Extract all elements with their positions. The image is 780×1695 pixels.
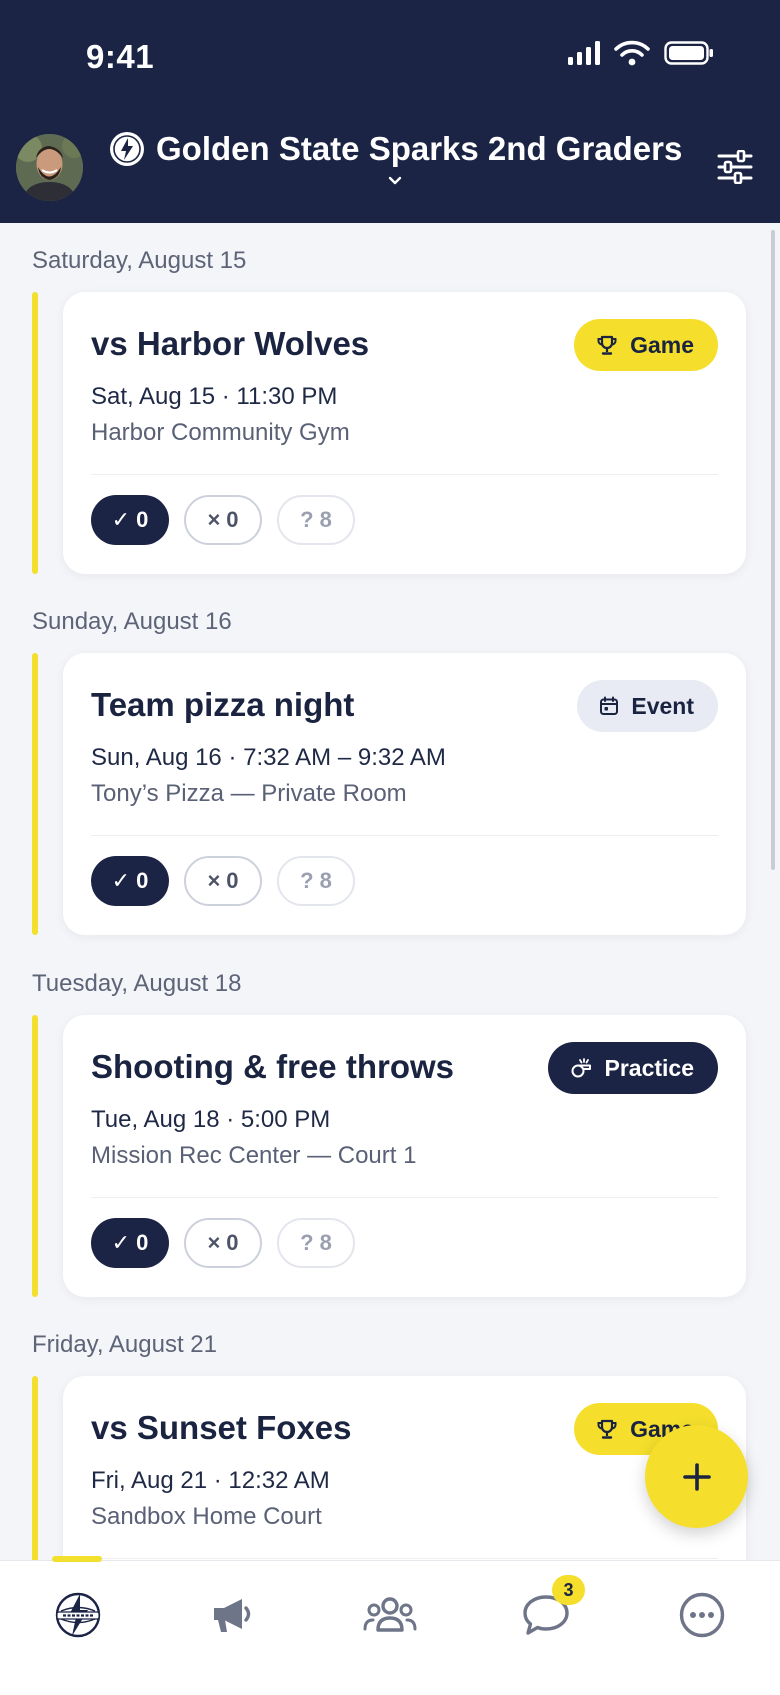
rsvp-yes-count: 0 <box>136 1230 149 1255</box>
trophy-icon <box>597 335 617 355</box>
add-event-button[interactable] <box>645 1425 748 1528</box>
rsvp-group: ✓ 0 × 0 ? 8 <box>91 1218 355 1268</box>
event-type-label: Practice <box>604 1054 694 1081</box>
plus-icon <box>682 1462 711 1491</box>
rsvp-no-button[interactable]: × 0 <box>184 495 262 545</box>
event-location: Tony’s Pizza — Private Room <box>91 780 407 807</box>
rsvp-maybe-count: 8 <box>319 507 332 532</box>
avatar-photo <box>16 134 83 201</box>
question-icon: ? <box>300 1230 314 1255</box>
status-time: 9:41 <box>86 38 155 75</box>
lightning-logo-icon <box>55 1592 101 1638</box>
nav-more[interactable] <box>672 1585 732 1645</box>
event-datetime: Sat, Aug 15 · 11:30 PM <box>91 383 338 410</box>
event-location: Harbor Community Gym <box>91 419 350 446</box>
scrollbar[interactable] <box>771 230 775 870</box>
rsvp-yes-button[interactable]: ✓ 0 <box>91 495 169 545</box>
nav-announcements[interactable] <box>203 1585 263 1645</box>
event-type-badge: Game <box>574 319 718 371</box>
event-card[interactable]: vs Sunset Foxes Game Fri, Aug 21 · 12:32… <box>63 1376 746 1560</box>
user-avatar[interactable] <box>16 134 83 201</box>
day-label: Sunday, August 16 <box>32 608 232 635</box>
rsvp-no-count: 0 <box>226 1230 239 1255</box>
event-card[interactable]: vs Harbor Wolves Game Sat, Aug 15 · 11:3… <box>63 292 746 574</box>
nav-team[interactable] <box>360 1585 420 1645</box>
app-header: 9:41 Golden State Sparks 2nd Graders <box>0 0 780 223</box>
event-datetime: Tue, Aug 18 · 5:00 PM <box>91 1106 331 1133</box>
rsvp-maybe-count: 8 <box>319 1230 332 1255</box>
more-dots-icon <box>679 1592 725 1638</box>
rsvp-maybe-button[interactable]: ? 8 <box>277 856 355 906</box>
rsvp-yes-button[interactable]: ✓ 0 <box>91 856 169 906</box>
rsvp-maybe-count: 8 <box>319 868 332 893</box>
card-divider <box>91 835 718 836</box>
card-divider <box>91 1558 718 1559</box>
status-icons <box>568 40 714 66</box>
rsvp-maybe-button[interactable]: ? 8 <box>277 1218 355 1268</box>
event-card[interactable]: Team pizza night Event Sun, Aug 16 · 7:3… <box>63 653 746 935</box>
calendar-icon <box>600 696 619 715</box>
day-accent-bar <box>32 1376 38 1560</box>
rsvp-group: ✓ 0 × 0 ? 8 <box>91 856 355 906</box>
day-label: Friday, August 21 <box>32 1331 217 1358</box>
event-location: Mission Rec Center — Court 1 <box>91 1142 417 1169</box>
team-name: Golden State Sparks 2nd Graders <box>156 130 683 167</box>
day-accent-bar <box>32 1015 38 1297</box>
bottom-nav: 3 <box>0 1556 780 1695</box>
x-icon: × <box>207 507 221 532</box>
rsvp-maybe-button[interactable]: ? 8 <box>277 495 355 545</box>
check-icon: ✓ <box>111 1230 131 1255</box>
megaphone-icon <box>214 1599 251 1632</box>
x-icon: × <box>207 868 221 893</box>
event-card[interactable]: Shooting & free throws Practice Tue, Aug… <box>63 1015 746 1297</box>
check-icon: ✓ <box>111 507 131 532</box>
day-label: Tuesday, August 18 <box>32 970 242 997</box>
event-type-badge: Event <box>577 680 718 732</box>
rsvp-no-button[interactable]: × 0 <box>184 1218 262 1268</box>
rsvp-no-button[interactable]: × 0 <box>184 856 262 906</box>
event-title: Team pizza night <box>91 686 355 723</box>
battery-icon <box>664 41 713 65</box>
chat-unread-badge: 3 <box>552 1575 585 1605</box>
event-type-badge: Practice <box>548 1042 718 1094</box>
rsvp-yes-button[interactable]: ✓ 0 <box>91 1218 169 1268</box>
x-icon: × <box>207 1230 221 1255</box>
check-icon: ✓ <box>111 868 131 893</box>
day-accent-bar <box>32 292 38 574</box>
trophy-icon <box>597 1419 617 1439</box>
event-datetime: Fri, Aug 21 · 12:32 AM <box>91 1467 330 1494</box>
signal-icon <box>568 41 600 65</box>
wifi-icon <box>614 40 650 66</box>
chevron-down-icon[interactable] <box>387 176 403 186</box>
card-divider <box>91 474 718 475</box>
whistle-icon <box>571 1058 592 1078</box>
day-accent-bar <box>32 653 38 935</box>
rsvp-no-count: 0 <box>226 507 239 532</box>
event-location: Sandbox Home Court <box>91 1503 322 1530</box>
lightning-logo-icon <box>110 132 144 166</box>
day-label: Saturday, August 15 <box>32 247 247 274</box>
event-title: Shooting & free throws <box>91 1048 454 1085</box>
event-title: vs Harbor Wolves <box>91 325 370 362</box>
filter-sliders-icon[interactable] <box>717 150 753 184</box>
event-type-label: Game <box>630 331 694 358</box>
nav-active-indicator <box>52 1556 102 1562</box>
people-icon <box>363 1597 417 1632</box>
event-title: vs Sunset Foxes <box>91 1409 352 1446</box>
question-icon: ? <box>300 507 314 532</box>
event-type-label: Event <box>631 692 694 719</box>
question-icon: ? <box>300 868 314 893</box>
rsvp-no-count: 0 <box>226 868 239 893</box>
nav-schedule[interactable] <box>48 1585 108 1645</box>
team-selector[interactable]: Golden State Sparks 2nd Graders <box>110 130 682 168</box>
card-divider <box>91 1197 718 1198</box>
rsvp-yes-count: 0 <box>136 868 149 893</box>
event-datetime: Sun, Aug 16 · 7:32 AM – 9:32 AM <box>91 744 446 771</box>
rsvp-group: ✓ 0 × 0 ? 8 <box>91 495 355 545</box>
rsvp-yes-count: 0 <box>136 507 149 532</box>
event-list[interactable]: Saturday, August 15 vs Harbor Wolves Gam… <box>0 223 780 1560</box>
